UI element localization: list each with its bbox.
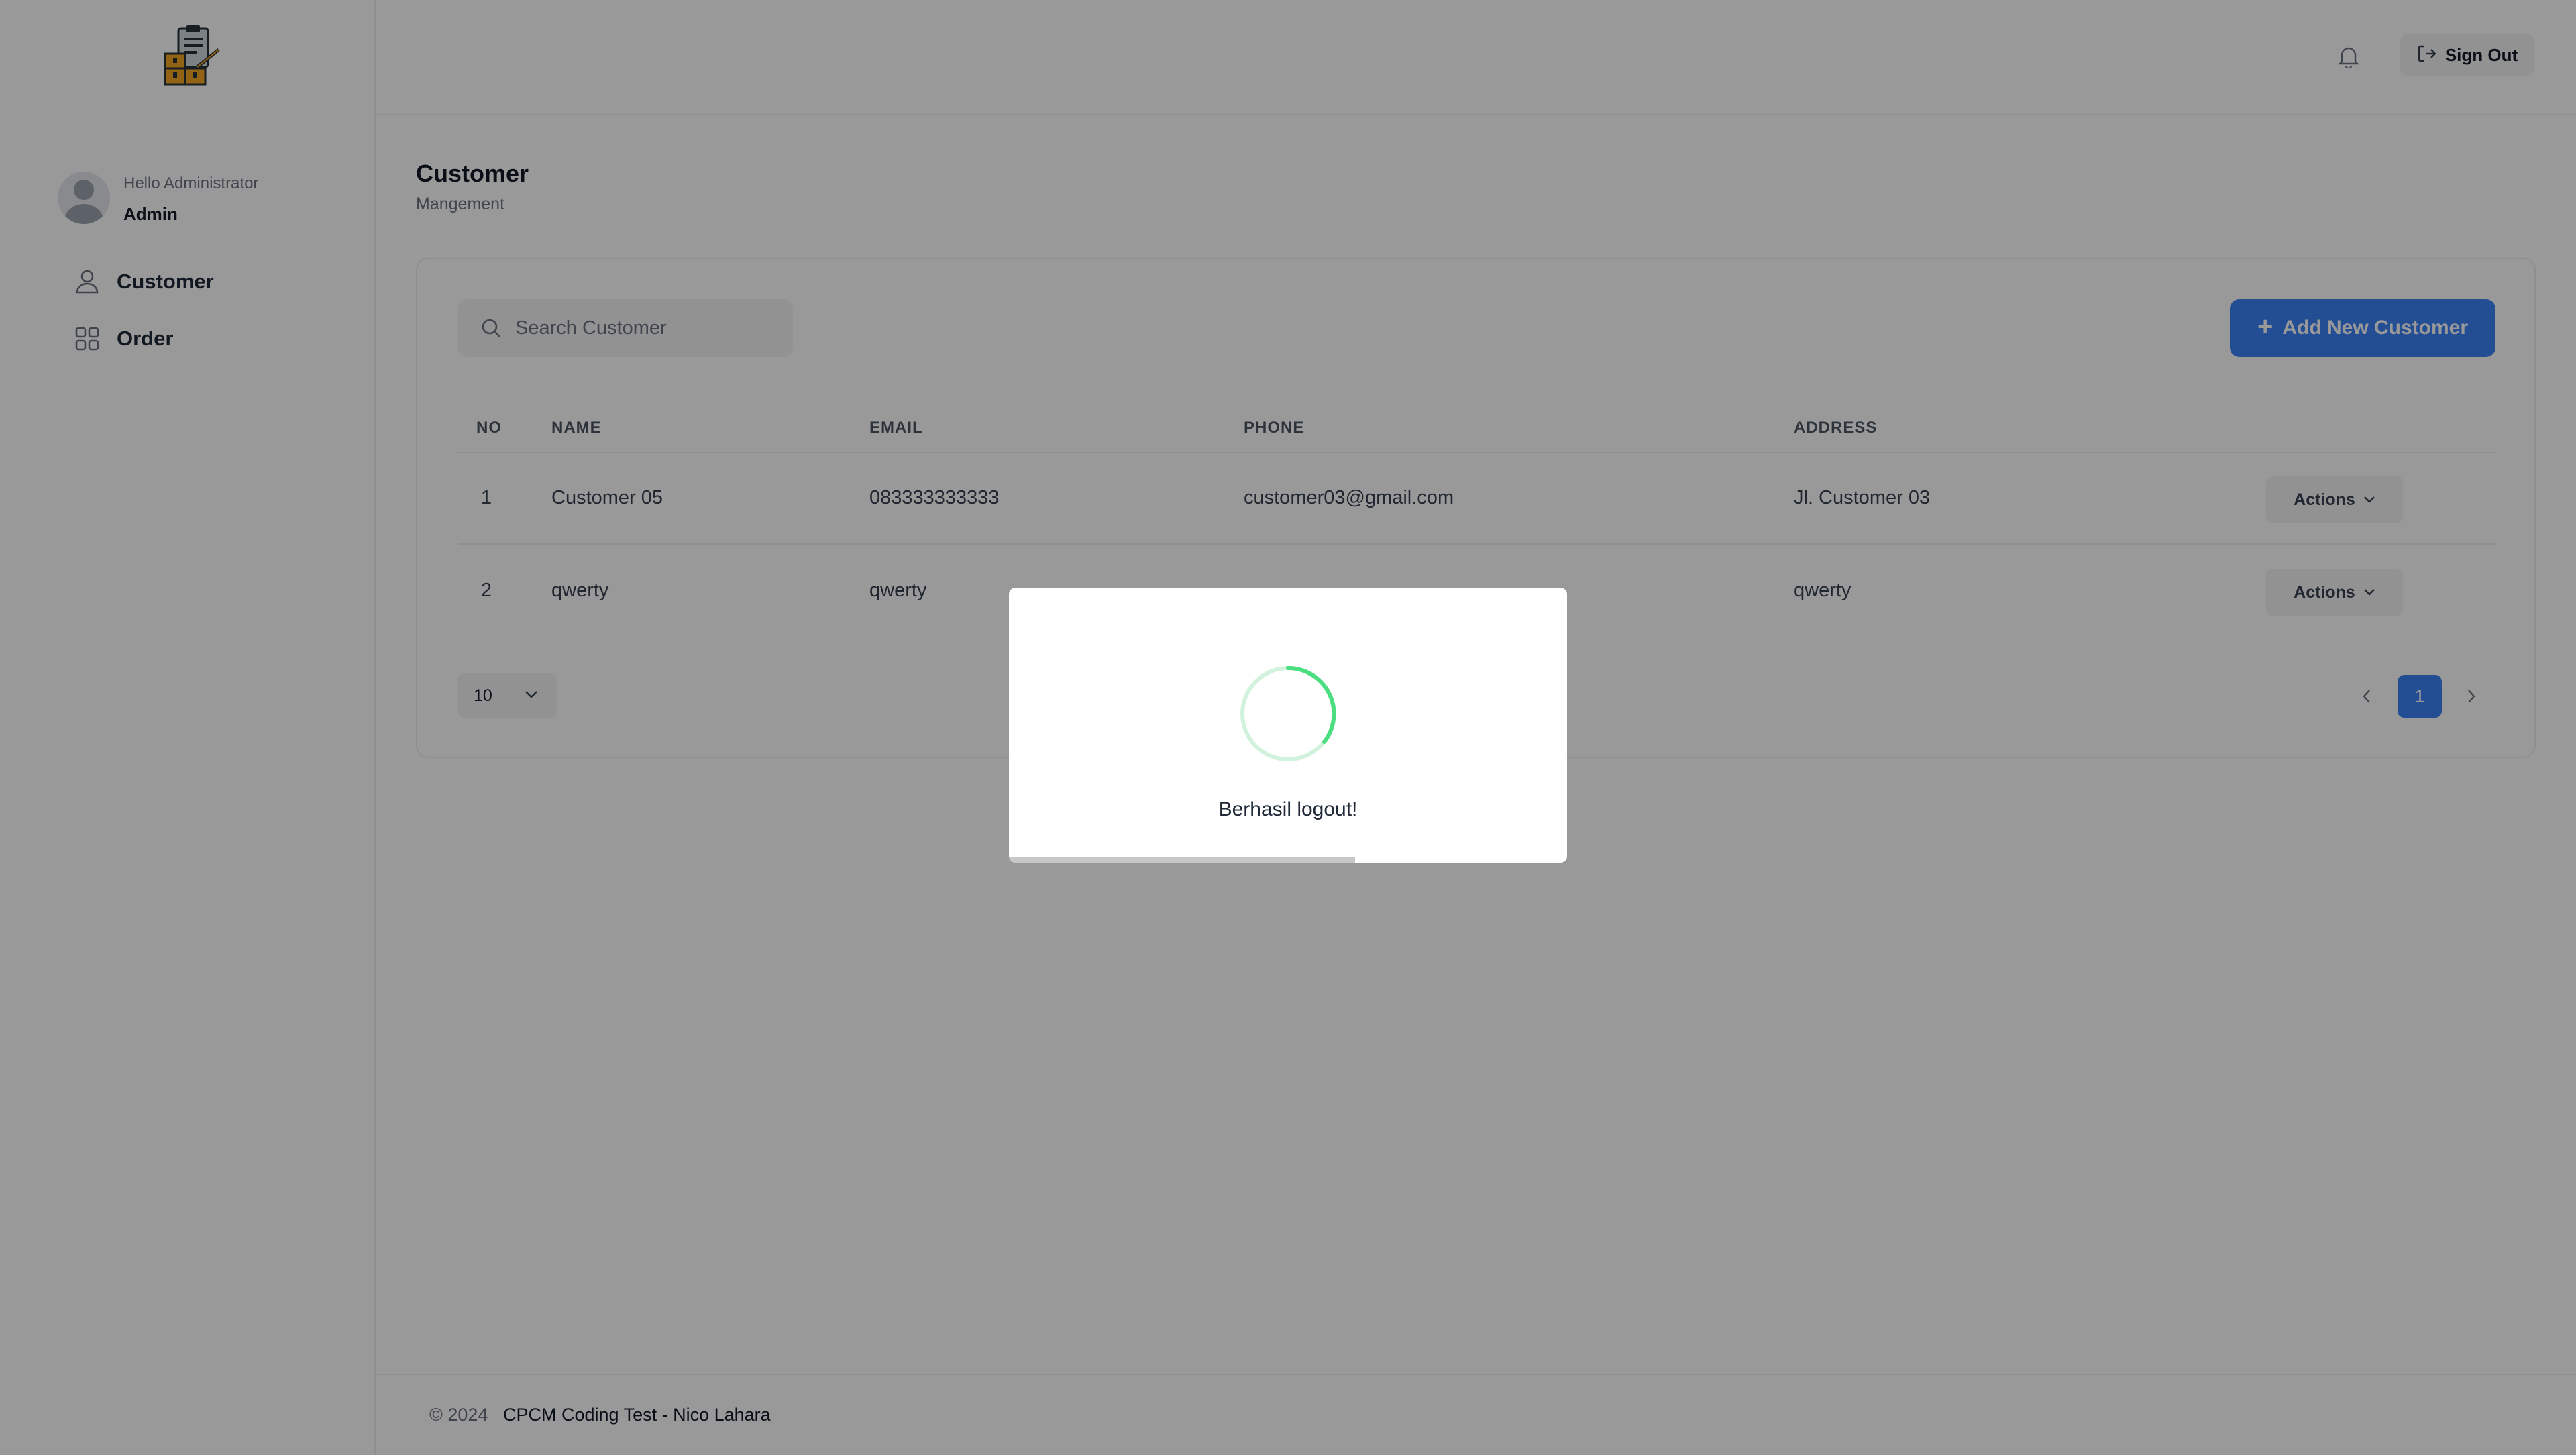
loading-spinner-icon bbox=[1238, 664, 1338, 763]
modal-message: Berhasil logout! bbox=[1218, 798, 1358, 820]
logout-success-dialog: Berhasil logout! bbox=[1009, 588, 1567, 863]
timer-progress-track bbox=[1009, 857, 1567, 863]
timer-progress-bar bbox=[1009, 857, 1355, 863]
app-root: Hello Administrator Admin Customer Order… bbox=[0, 0, 2576, 1455]
